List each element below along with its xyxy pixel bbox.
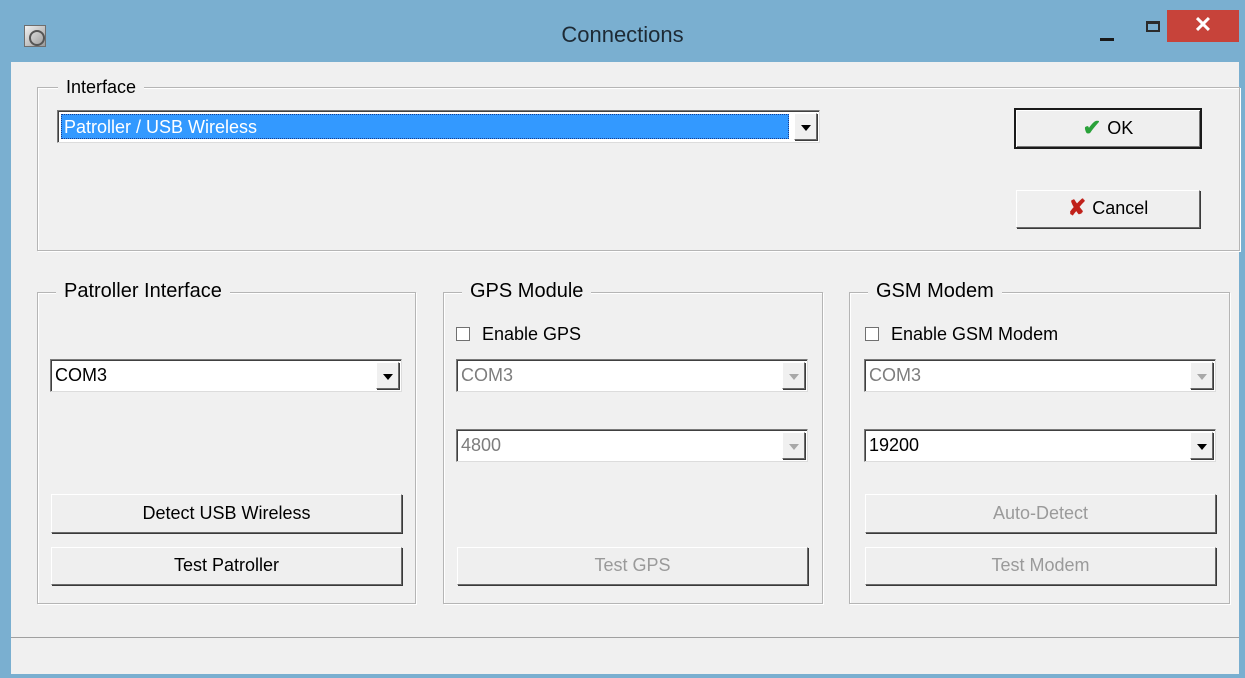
- dialog-client-area: Interface Patroller / USB Wireless ✔ OK ✘…: [11, 62, 1240, 674]
- gsm-modem-legend: GSM Modem: [868, 280, 1002, 302]
- gsm-modem-groupbox: GSM Modem Enable GSM Modem COM3 19200 Au…: [849, 280, 1230, 604]
- patroller-interface-groupbox: Patroller Interface COM3 Detect USB Wire…: [37, 280, 416, 604]
- status-bar: [11, 637, 1239, 674]
- gps-module-groupbox: GPS Module Enable GPS COM3 4800 Test GPS: [443, 280, 823, 604]
- patroller-interface-legend: Patroller Interface: [56, 280, 230, 302]
- interface-legend: Interface: [58, 76, 145, 98]
- test-gps-button[interactable]: Test GPS: [457, 547, 808, 585]
- x-icon: ✘: [1067, 195, 1087, 220]
- gps-module-legend: GPS Module: [462, 280, 592, 302]
- checkmark-icon: ✔: [1082, 115, 1102, 140]
- auto-detect-button[interactable]: Auto-Detect: [865, 494, 1216, 533]
- test-patroller-button[interactable]: Test Patroller: [51, 547, 402, 585]
- minimize-button[interactable]: [1085, 10, 1129, 50]
- chevron-down-icon[interactable]: [376, 362, 399, 389]
- close-button[interactable]: ✕: [1167, 10, 1239, 42]
- maximize-icon: [1146, 21, 1160, 32]
- enable-gsm-checkbox[interactable]: [865, 327, 879, 341]
- detect-usb-wireless-button[interactable]: Detect USB Wireless: [51, 494, 402, 533]
- chevron-down-icon[interactable]: [1190, 432, 1213, 459]
- gsm-port-select[interactable]: COM3: [864, 359, 1216, 392]
- interface-selected-value: Patroller / USB Wireless: [61, 114, 789, 139]
- window-title: Connections: [561, 22, 684, 47]
- gsm-baud-select[interactable]: 19200: [864, 429, 1216, 462]
- ok-button[interactable]: ✔ OK: [1014, 108, 1202, 149]
- enable-gps-checkbox[interactable]: [456, 327, 470, 341]
- minimize-icon: [1100, 38, 1114, 41]
- chevron-down-icon[interactable]: [782, 362, 805, 389]
- connections-window: Connections ✕ Interface Patroller / USB …: [0, 0, 1245, 678]
- enable-gps-checkbox-row[interactable]: Enable GPS: [456, 324, 581, 348]
- chevron-down-icon[interactable]: [794, 113, 817, 140]
- cancel-button[interactable]: ✘ Cancel: [1016, 190, 1200, 228]
- enable-gsm-checkbox-row[interactable]: Enable GSM Modem: [865, 324, 1058, 348]
- interface-select[interactable]: Patroller / USB Wireless: [57, 110, 820, 143]
- chevron-down-icon[interactable]: [1190, 362, 1213, 389]
- gps-baud-select[interactable]: 4800: [456, 429, 808, 462]
- gps-port-select[interactable]: COM3: [456, 359, 808, 392]
- chevron-down-icon[interactable]: [782, 432, 805, 459]
- patroller-port-select[interactable]: COM3: [50, 359, 402, 392]
- test-modem-button[interactable]: Test Modem: [865, 547, 1216, 585]
- close-icon: ✕: [1193, 12, 1213, 37]
